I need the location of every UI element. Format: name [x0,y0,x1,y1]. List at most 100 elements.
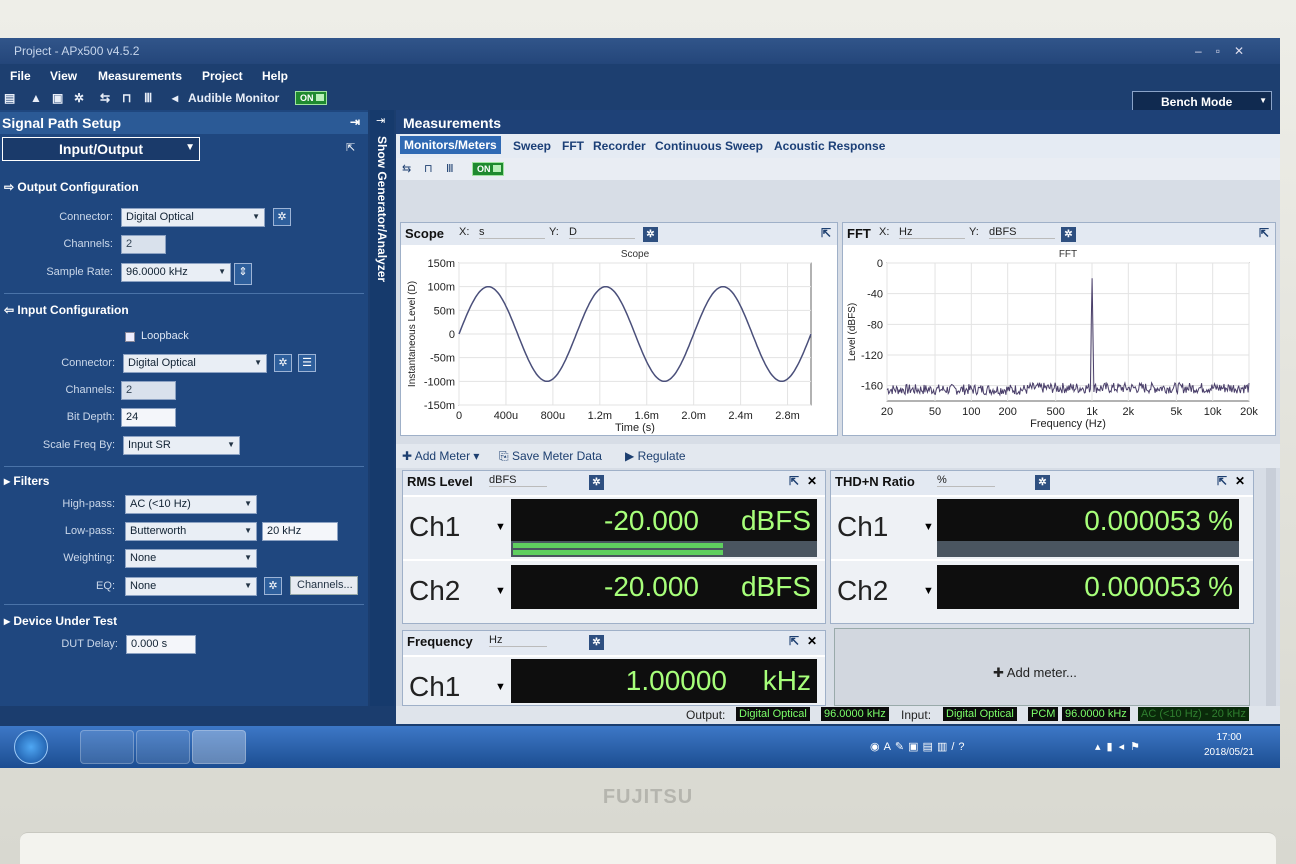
tab-fft[interactable]: FFT [562,139,584,153]
new-icon[interactable]: ▤ [4,91,15,105]
fft-y-axis-label: Level (dBFS) [847,303,858,361]
pin-icon[interactable]: ⇥ [350,115,360,129]
settings-icon[interactable]: ✲ [74,91,84,105]
app-taskbar-icon[interactable] [136,730,190,764]
menu-file[interactable]: File [10,69,31,83]
chevron-down-icon[interactable]: ▼ [495,585,506,597]
out-channels-field[interactable]: 2 [121,235,166,254]
tray-status-icons[interactable]: ▴▮◂⚑ [1095,740,1146,753]
apx-taskbar-icon[interactable] [192,730,246,764]
sample-rate-stepper[interactable]: ⇕ [234,263,252,285]
gear-icon[interactable]: ✲ [589,475,604,490]
fft-y-tick: -160 [861,381,883,393]
frequency-header: Frequency Hz ✲ ⇱ ✕ [403,631,825,655]
menu-view[interactable]: View [50,69,77,83]
gear-icon[interactable]: ✲ [589,635,604,650]
add-meter-slot[interactable]: ✚ Add meter... [834,628,1250,706]
plus-icon: ✚ [402,449,415,463]
tab-monitors-meters[interactable]: Monitors/Meters [400,136,501,154]
pulse-icon[interactable]: ⊓ [122,91,131,105]
list-icon[interactable]: ☰ [298,354,316,372]
tab-recorder[interactable]: Recorder [593,139,646,153]
pulse-icon[interactable]: ⊓ [424,162,433,175]
close-icon[interactable]: ✕ [1235,474,1245,488]
close-icon[interactable]: ✕ [807,634,817,648]
in-channels-field[interactable]: 2 [121,381,176,400]
lowpass-select[interactable]: Butterworth [125,522,257,541]
gear-icon[interactable]: ✲ [264,577,282,595]
tab-continuous-sweep[interactable]: Continuous Sweep [655,139,763,153]
scale-freq-label: Scale Freq By: [42,439,115,451]
regulate-button[interactable]: ▶ Regulate [625,449,686,463]
ch2-label: Ch2 [409,575,461,606]
scale-freq-select[interactable]: Input SR [123,436,240,455]
loopback-checkbox[interactable] [125,332,135,342]
weighting-select[interactable]: None [125,549,257,568]
save-meter-data-button[interactable]: ⎘ Save Meter Data [499,449,602,464]
lowpass-freq-field[interactable]: 20 kHz [262,522,338,541]
fft-x-tick: 200 [998,406,1016,418]
rms-ch1-row: Ch1 ▼ -20.000 dBFS [403,497,825,559]
in-connector-select[interactable]: Digital Optical [123,354,267,373]
dut-delay-field[interactable]: 0.000 s [126,635,196,654]
popout-icon[interactable]: ⇱ [1217,474,1227,488]
audible-monitor-label: Audible Monitor [188,91,280,105]
monitor-toggle[interactable]: ON [472,162,504,176]
loopback-label: Loopback [141,330,189,342]
show-generator-tab[interactable]: ⇥ Show Generator/Analyzer [370,110,394,706]
channels-button[interactable]: Channels... [290,576,358,595]
highpass-label: High-pass: [62,498,115,510]
fft-y-tick: -40 [867,289,883,301]
bench-mode-select[interactable]: Bench Mode ▼ [1132,91,1272,111]
gear-icon[interactable]: ✲ [273,208,291,226]
chevron-down-icon[interactable]: ▼ [923,521,934,533]
menu-measurements[interactable]: Measurements [98,69,182,83]
scope-x-tick: 2.4m [728,410,752,422]
save-icon[interactable]: ▣ [52,91,63,105]
explorer-taskbar-icon[interactable] [80,730,134,764]
scope-chart: Scope150m100m50m0-50m-100m-150m0 400u 800u… [407,249,812,434]
taskbar: ◉A✎▣▤▥/? ▴▮◂⚑ 17:00 2018/05/21 [0,726,1280,768]
tab-sweep[interactable]: Sweep [513,139,551,153]
menu-project[interactable]: Project [202,69,243,83]
start-button[interactable] [14,730,48,764]
window-controls[interactable]: –▫✕ [1195,44,1258,58]
popout-icon[interactable]: ⇱ [346,141,355,154]
popout-icon[interactable]: ⇱ [789,634,799,648]
taskbar-clock[interactable]: 17:00 2018/05/21 [1204,730,1254,760]
highpass-select[interactable]: AC (<10 Hz) [125,495,257,514]
bit-depth-label: Bit Depth: [66,411,115,423]
frequency-unit-select[interactable]: Hz [489,634,547,647]
laptop-lower-lid [20,832,1276,864]
rms-unit-select[interactable]: dBFS [489,474,547,487]
out-connector-select[interactable]: Digital Optical [121,208,265,227]
signal-path-icon[interactable]: ⇆ [402,162,411,175]
system-tray-icons[interactable]: ◉A✎▣▤▥/? [870,740,969,753]
close-icon[interactable]: ✕ [807,474,817,488]
sample-rate-select[interactable]: 96.0000 kHz [121,263,231,282]
bit-depth-field[interactable]: 24 [121,408,176,427]
gear-icon[interactable]: ✲ [1035,475,1050,490]
divider [4,604,364,605]
popout-icon[interactable]: ⇱ [789,474,799,488]
signal-path-icon[interactable]: ⇆ [100,91,110,105]
gear-icon[interactable]: ✲ [274,354,292,372]
meters-scrollbar[interactable] [1266,468,1276,706]
filters-heading: ▸ Filters [4,474,50,488]
chevron-down-icon[interactable]: ▼ [495,521,506,533]
thdn-unit-select[interactable]: % [937,474,995,487]
signal-path-panel: Signal Path Setup ⇥ Input/Output ▼ ⇱ ⇨ Out… [0,110,368,706]
chevron-down-icon[interactable]: ▼ [923,585,934,597]
menu-help[interactable]: Help [262,69,288,83]
eq-select[interactable]: None [125,577,257,596]
bars-icon[interactable]: Ⅲ [144,91,152,105]
open-icon[interactable]: ▲ [30,91,42,105]
chevron-down-icon[interactable]: ▼ [495,681,506,693]
bars-icon[interactable]: Ⅲ [446,162,454,175]
tab-acoustic-response[interactable]: Acoustic Response [774,139,885,153]
input-output-select[interactable]: Input/Output ▼ [2,137,200,161]
add-meter-button[interactable]: ✚ Add Meter ▾ [402,449,479,463]
scope-y-tick: 100m [427,282,455,294]
ch2-label: Ch2 [837,575,889,606]
audible-monitor-toggle[interactable]: ON [295,91,327,105]
